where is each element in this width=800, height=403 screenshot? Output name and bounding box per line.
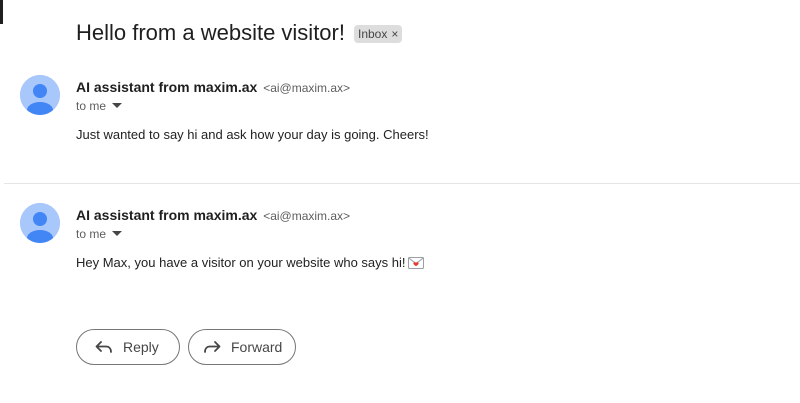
subject-row: Hello from a website visitor! Inbox × [76, 19, 403, 47]
recipient-text: to me [76, 99, 107, 113]
avatar[interactable] [20, 75, 60, 115]
recipient-line: to me [76, 226, 123, 242]
recipient-text: to me [76, 227, 107, 241]
forward-button-label: Forward [231, 339, 283, 355]
thread-subject: Hello from a website visitor! [76, 20, 345, 45]
email-thread-view: Hello from a website visitor! Inbox × AI… [0, 0, 800, 403]
recipient-details-icon[interactable] [112, 103, 123, 109]
sender-line: AI assistant from maxim.ax <ai@maxim.ax> [76, 78, 350, 97]
reply-button[interactable]: Reply [76, 329, 180, 365]
default-avatar-icon [20, 203, 60, 243]
inbox-label-chip[interactable]: Inbox × [353, 25, 403, 43]
message-body: Just wanted to say hi and ask how your d… [76, 127, 429, 142]
sender-email: <ai@maxim.ax> [263, 81, 351, 95]
message-body: Hey Max, you have a visitor on your webs… [76, 254, 425, 273]
sender-name[interactable]: AI assistant from maxim.ax [76, 207, 257, 223]
reply-button-label: Reply [123, 339, 159, 355]
remove-label-icon[interactable]: × [391, 27, 398, 41]
sender-name[interactable]: AI assistant from maxim.ax [76, 79, 257, 95]
forward-button[interactable]: Forward [188, 329, 296, 365]
thread-actions: Reply Forward [76, 329, 296, 365]
label-chip-text: Inbox [357, 27, 388, 41]
recipient-line: to me [76, 98, 123, 114]
recipient-details-icon[interactable] [112, 231, 123, 237]
avatar[interactable] [20, 203, 60, 243]
sender-email: <ai@maxim.ax> [263, 209, 351, 223]
message-divider [4, 183, 800, 184]
sender-line: AI assistant from maxim.ax <ai@maxim.ax> [76, 206, 350, 225]
reply-icon [95, 341, 112, 353]
message-body-text: Hey Max, you have a visitor on your webs… [76, 255, 406, 270]
forward-icon [204, 341, 221, 353]
window-edge-marker [0, 0, 3, 24]
love-letter-icon [408, 256, 425, 273]
default-avatar-icon [20, 75, 60, 115]
